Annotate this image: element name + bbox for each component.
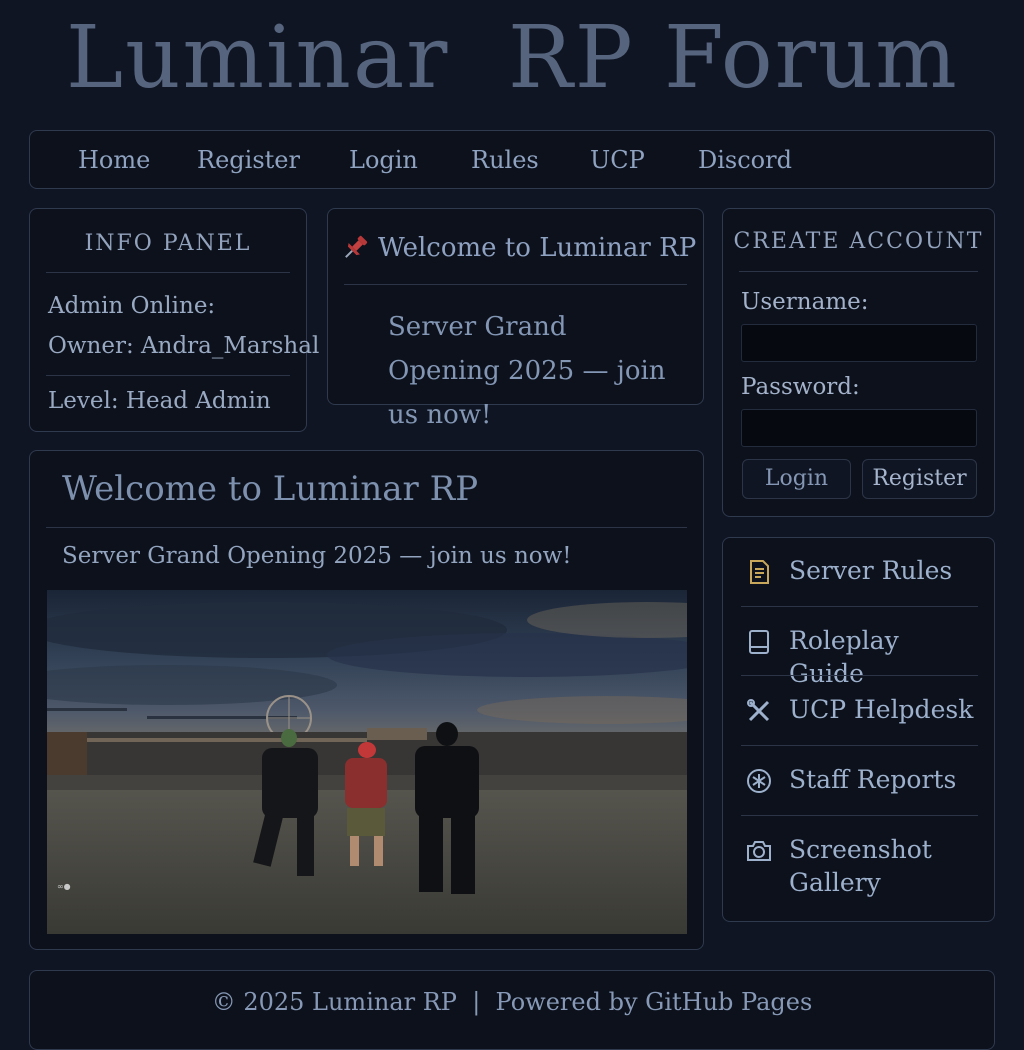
footer-text: © 2025 Luminar RP | Powered by GitHub Pa… — [211, 988, 813, 1016]
divider — [46, 375, 290, 376]
svg-text:∞●: ∞● — [57, 882, 71, 891]
divider — [741, 815, 978, 816]
book-icon — [749, 630, 769, 654]
main-nav: Home Register Login Rules UCP Discord — [29, 130, 995, 189]
link-server-rules[interactable]: Server Rules — [741, 554, 979, 594]
owner-value: Owner: Andra_Marshal — [48, 333, 320, 359]
password-label: Password: — [741, 374, 860, 400]
divider — [46, 272, 290, 273]
password-input[interactable] — [741, 409, 977, 447]
link-screenshot-gallery[interactable]: Screenshot Gallery — [741, 833, 979, 903]
username-label: Username: — [741, 289, 869, 315]
nav-rules[interactable]: Rules — [471, 145, 539, 175]
camera-icon — [747, 841, 771, 861]
divider — [741, 675, 978, 676]
nav-register[interactable]: Register — [197, 145, 300, 175]
asterisk-icon — [747, 769, 771, 793]
link-roleplay-guide[interactable]: Roleplay Guide — [741, 624, 979, 688]
nav-login[interactable]: Login — [349, 145, 418, 175]
login-button[interactable]: Login — [742, 459, 851, 499]
link-label: Server Rules — [789, 556, 953, 585]
main-post-title: Welcome to Luminar RP — [62, 469, 479, 509]
welcome-card-title: Welcome to Luminar RP — [378, 233, 697, 263]
welcome-card-message: Server Grand Opening 2025 — join us now! — [388, 312, 666, 430]
divider — [46, 527, 687, 528]
document-icon — [750, 560, 769, 584]
link-staff-reports[interactable]: Staff Reports — [741, 763, 979, 803]
main-post: Welcome to Luminar RP Server Grand Openi… — [29, 450, 704, 950]
divider — [741, 606, 978, 607]
nav-discord[interactable]: Discord — [698, 145, 792, 175]
link-label: UCP Helpdesk — [789, 695, 974, 724]
tools-icon — [747, 699, 770, 722]
link-label: Screenshot Gallery — [789, 835, 932, 897]
username-input[interactable] — [741, 324, 977, 362]
site-title: Luminar RP Forum — [66, 8, 959, 108]
divider — [344, 284, 687, 285]
footer: © 2025 Luminar RP | Powered by GitHub Pa… — [29, 970, 995, 1050]
info-panel-heading: INFO PANEL — [84, 231, 252, 256]
quick-links: Server Rules Roleplay Guide UCP Helpdesk… — [722, 537, 995, 922]
main-post-subtitle: Server Grand Opening 2025 — join us now! — [62, 543, 572, 569]
link-label: Staff Reports — [789, 765, 957, 794]
link-ucp-helpdesk[interactable]: UCP Helpdesk — [741, 693, 979, 733]
game-screenshot: ∞● — [47, 590, 687, 934]
level-value: Level: Head Admin — [48, 388, 271, 414]
divider — [741, 745, 978, 746]
welcome-card: Welcome to Luminar RP Server Grand Openi… — [327, 208, 704, 430]
admin-online-label: Admin Online: — [48, 293, 216, 319]
nav-home[interactable]: Home — [78, 145, 150, 175]
create-account-heading: CREATE ACCOUNT — [733, 229, 984, 254]
nav-ucp[interactable]: UCP — [590, 145, 645, 175]
register-button[interactable]: Register — [862, 459, 977, 499]
pin-icon — [345, 235, 368, 258]
link-label: Roleplay Guide — [789, 626, 899, 688]
info-panel: INFO PANEL Admin Online: Owner: Andra_Ma… — [29, 208, 319, 432]
create-account-panel: CREATE ACCOUNT Username: Password: Login… — [722, 208, 995, 517]
divider — [739, 271, 978, 272]
